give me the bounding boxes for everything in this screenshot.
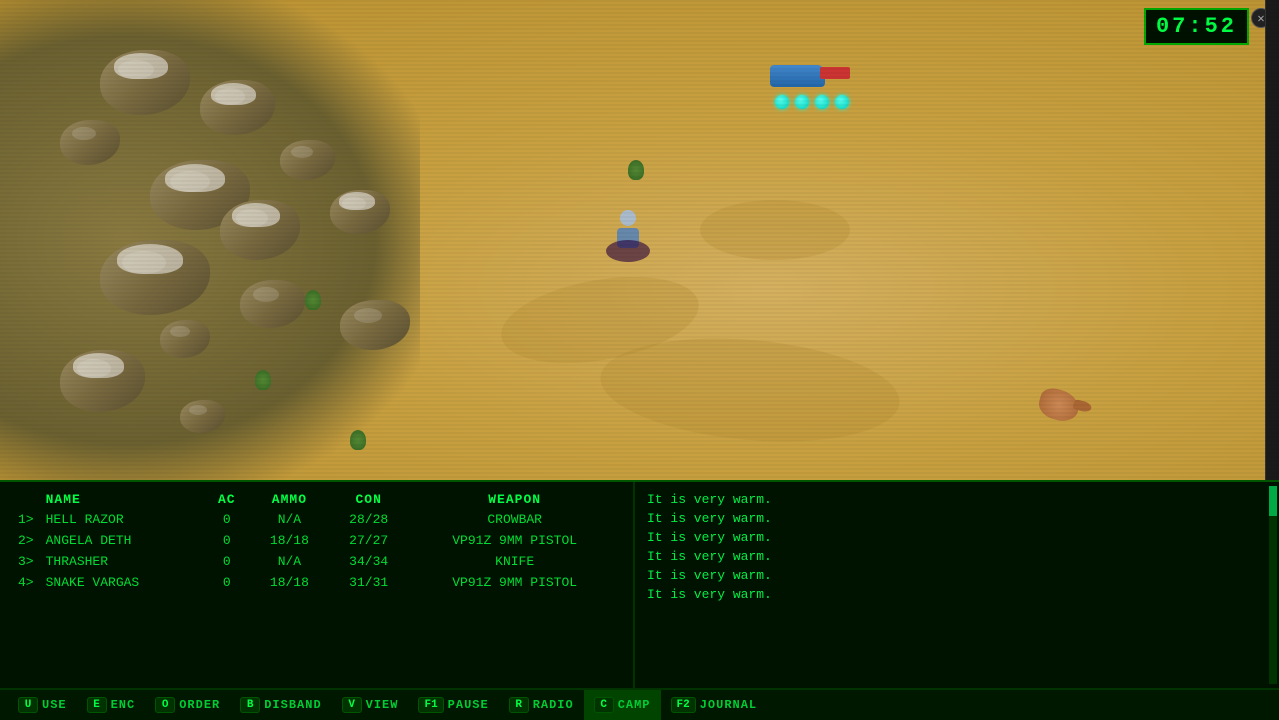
toolbar-key: R: [509, 697, 529, 713]
party-panel: NAME AC AMMO CON WEAPON 1> HELL RAZOR 0 …: [0, 482, 635, 688]
member-ammo: 18/18: [250, 530, 329, 551]
toolbar-label: JOURNAL: [700, 698, 757, 712]
member-name: HELL RAZOR: [40, 509, 204, 530]
hud-main: NAME AC AMMO CON WEAPON 1> HELL RAZOR 0 …: [0, 482, 1279, 688]
toolbar-key: F2: [671, 697, 696, 713]
toolbar-key: V: [342, 697, 362, 713]
party-table: NAME AC AMMO CON WEAPON 1> HELL RAZOR 0 …: [12, 490, 621, 593]
toolbar-item-pause[interactable]: F1 PAUSE: [408, 690, 498, 720]
toolbar-item-order[interactable]: O ORDER: [145, 690, 230, 720]
toolbar-label: USE: [42, 698, 67, 712]
enemy-units: [775, 95, 849, 109]
toolbar-item-radio[interactable]: R RADIO: [499, 690, 584, 720]
bush: [305, 290, 321, 310]
toolbar-item-view[interactable]: V VIEW: [332, 690, 409, 720]
member-con: 31/31: [329, 572, 408, 593]
member-con: 27/27: [329, 530, 408, 551]
log-line: It is very warm.: [647, 509, 1267, 528]
member-name: ANGELA DETH: [40, 530, 204, 551]
toolbar-label: RADIO: [533, 698, 574, 712]
enemy-dot: [795, 95, 809, 109]
side-scrollbar[interactable]: [1265, 0, 1279, 480]
log-scrollbar-thumb[interactable]: [1269, 486, 1277, 516]
log-line: It is very warm.: [647, 566, 1267, 585]
enemy-dot: [775, 95, 789, 109]
close-icon: ✕: [1257, 11, 1264, 26]
player-head: [620, 210, 636, 226]
toolbar-item-camp[interactable]: C CAMP: [584, 690, 661, 720]
timer-display: 07:52: [1144, 8, 1249, 45]
party-row[interactable]: 3> THRASHER 0 N/A 34/34 KNIFE: [12, 551, 621, 572]
member-weapon: VP91Z 9MM PISTOL: [408, 530, 621, 551]
toolbar-item-enc[interactable]: E ENC: [77, 690, 146, 720]
party-row[interactable]: 2> ANGELA DETH 0 18/18 27/27 VP91Z 9MM P…: [12, 530, 621, 551]
toolbar-item-journal[interactable]: F2 JOURNAL: [661, 690, 768, 720]
log-line: It is very warm.: [647, 585, 1267, 604]
toolbar-label: CAMP: [618, 698, 651, 712]
toolbar-key: F1: [418, 697, 443, 713]
log-lines-container: It is very warm.It is very warm.It is ve…: [647, 490, 1267, 604]
member-name: THRASHER: [40, 551, 204, 572]
member-ac: 0: [204, 551, 250, 572]
log-panel: It is very warm.It is very warm.It is ve…: [635, 482, 1279, 688]
bush: [350, 430, 366, 450]
log-line: It is very warm.: [647, 547, 1267, 566]
toolbar: U USE E ENC O ORDER B DISBAND V VIEW F1 …: [0, 688, 1279, 720]
enemy-dot: [835, 95, 849, 109]
log-line: It is very warm.: [647, 528, 1267, 547]
col-ammo-header: AMMO: [250, 490, 329, 509]
member-weapon: KNIFE: [408, 551, 621, 572]
member-ac: 0: [204, 509, 250, 530]
party-row[interactable]: 1> HELL RAZOR 0 N/A 28/28 CROWBAR: [12, 509, 621, 530]
toolbar-label: ORDER: [179, 698, 220, 712]
toolbar-key: B: [240, 697, 260, 713]
enemy-vehicle: [770, 65, 825, 87]
toolbar-label: ENC: [111, 698, 136, 712]
member-weapon: VP91Z 9MM PISTOL: [408, 572, 621, 593]
bottom-hud: NAME AC AMMO CON WEAPON 1> HELL RAZOR 0 …: [0, 480, 1279, 720]
member-num: 4>: [12, 572, 40, 593]
toolbar-key: O: [155, 697, 175, 713]
member-num: 1>: [12, 509, 40, 530]
sand-detail: [700, 200, 850, 260]
toolbar-key: E: [87, 697, 107, 713]
toolbar-item-use[interactable]: U USE: [8, 690, 77, 720]
log-scrollbar[interactable]: [1269, 486, 1277, 684]
member-con: 28/28: [329, 509, 408, 530]
member-con: 34/34: [329, 551, 408, 572]
member-num: 2>: [12, 530, 40, 551]
toolbar-label: VIEW: [366, 698, 399, 712]
toolbar-item-disband[interactable]: B DISBAND: [230, 690, 331, 720]
member-ammo: 18/18: [250, 572, 329, 593]
member-num: 3>: [12, 551, 40, 572]
col-con-header: CON: [329, 490, 408, 509]
party-tbody: 1> HELL RAZOR 0 N/A 28/28 CROWBAR 2> ANG…: [12, 509, 621, 593]
member-name: SNAKE VARGAS: [40, 572, 204, 593]
col-num: [12, 490, 40, 509]
member-ac: 0: [204, 530, 250, 551]
player-character: [610, 210, 654, 232]
toolbar-label: DISBAND: [264, 698, 321, 712]
toolbar-label: PAUSE: [448, 698, 489, 712]
player-shadow: [606, 240, 650, 262]
member-ammo: N/A: [250, 509, 329, 530]
member-ammo: N/A: [250, 551, 329, 572]
toolbar-key: U: [18, 697, 38, 713]
party-row[interactable]: 4> SNAKE VARGAS 0 18/18 31/31 VP91Z 9MM …: [12, 572, 621, 593]
enemy-dot: [815, 95, 829, 109]
toolbar-key: C: [594, 697, 614, 713]
enemy-group: [770, 65, 825, 87]
bush: [255, 370, 271, 390]
col-name-header: NAME: [40, 490, 204, 509]
member-weapon: CROWBAR: [408, 509, 621, 530]
game-viewport[interactable]: 07:52 ✕: [0, 0, 1279, 480]
member-ac: 0: [204, 572, 250, 593]
log-line: It is very warm.: [647, 490, 1267, 509]
col-ac-header: AC: [204, 490, 250, 509]
col-weapon-header: WEAPON: [408, 490, 621, 509]
bush: [628, 160, 644, 180]
